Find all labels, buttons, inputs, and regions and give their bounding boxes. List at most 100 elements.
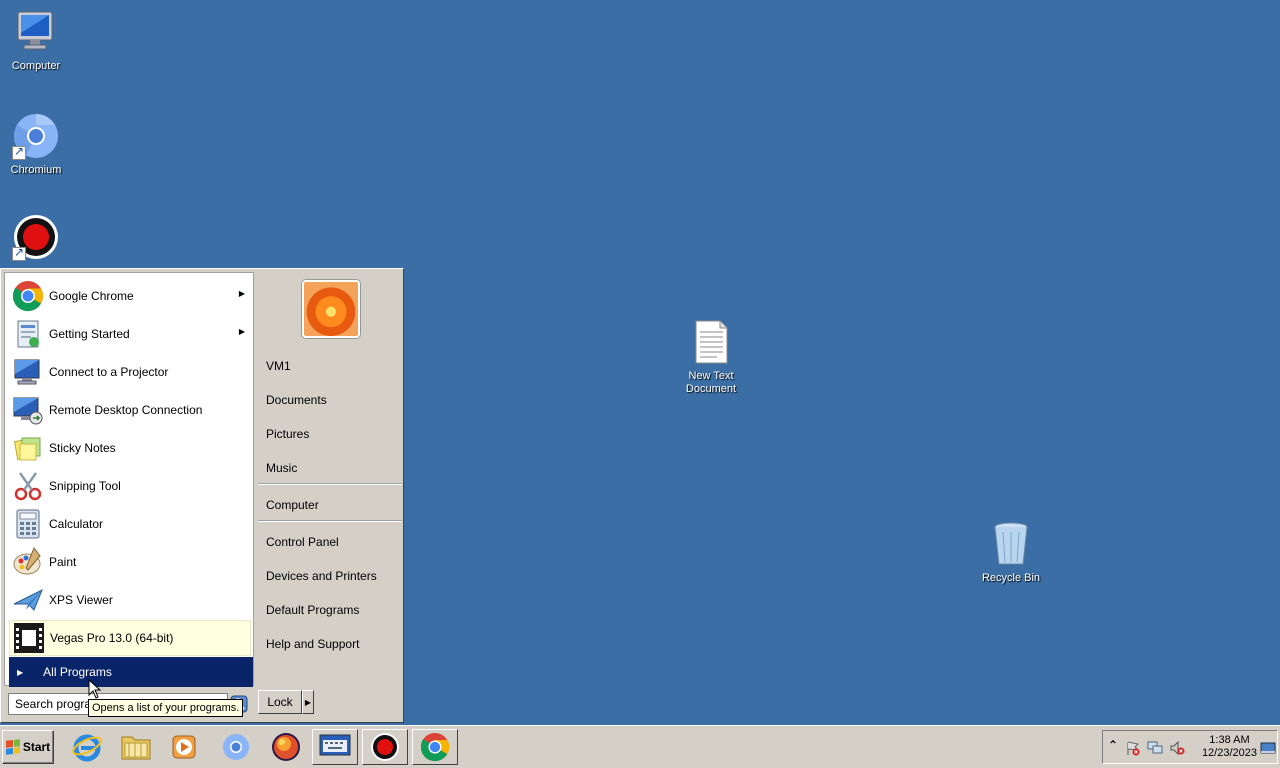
all-programs-label: All Programs [43,665,112,679]
desktop-icon-label: Chromium [10,164,62,176]
program-remote-desktop[interactable]: Remote Desktop Connection [9,392,251,428]
record-icon [371,733,399,761]
program-label: XPS Viewer [49,593,113,607]
shortcut-arrow-icon [12,144,26,160]
divider [258,520,402,522]
program-label: Remote Desktop Connection [49,403,203,417]
lock-options-button[interactable]: ▶ [302,690,314,714]
program-sticky-notes[interactable]: Sticky Notes [9,430,251,466]
clock-date: 12/23/2023 [1201,747,1257,759]
program-label: Calculator [49,517,104,531]
program-vegas-pro[interactable]: Vegas Pro 13.0 (64-bit) [9,620,251,656]
desktop-icon-label: Recycle Bin [981,572,1041,584]
desktop-icon-label: New Text Document [685,370,737,395]
media-player-icon [172,735,196,759]
arrow-right-icon: ▶ [304,697,312,707]
computer-icon [12,8,60,56]
clock-time: 1:38 AM [1209,734,1250,746]
taskbar-internet-explorer[interactable] [64,729,110,765]
desktop-icon-recycle-bin[interactable]: Recycle Bin [973,520,1049,585]
link-documents[interactable]: Documents [266,393,327,407]
link-help-support[interactable]: Help and Support [266,637,359,651]
program-snipping-tool[interactable]: Snipping Tool [9,468,251,504]
program-paint[interactable]: Paint [9,544,251,580]
firefox-icon [272,733,300,761]
folder-icon [121,736,151,760]
calculator-icon [12,508,44,540]
taskbar-explorer[interactable] [113,729,159,765]
network-icon[interactable] [1147,740,1163,756]
taskbar: Start ⌃ 1:38 AM 12/23/2023 [0,725,1280,768]
action-center-icon[interactable] [1125,740,1141,756]
remote-desktop-icon [12,394,44,426]
tooltip: Opens a list of your programs. [88,699,244,717]
program-label: Getting Started [49,327,130,341]
taskbar-google-chrome[interactable] [412,729,458,765]
sticky-notes-icon [12,432,44,464]
lock-button[interactable]: Lock [258,690,302,714]
link-devices-printers[interactable]: Devices and Printers [266,569,377,583]
start-menu-programs-pane: Google Chrome ▶ Getting Started ▶ Connec… [4,272,254,687]
chromium-icon [12,112,60,160]
all-programs-button[interactable]: ▶ All Programs [9,657,253,687]
program-xps-viewer[interactable]: XPS Viewer [9,582,251,618]
program-label: Google Chrome [49,289,134,303]
taskbar-recorder[interactable] [362,729,408,765]
link-user[interactable]: VM1 [266,359,291,373]
shortcut-arrow-icon [12,245,26,261]
program-google-chrome[interactable]: Google Chrome ▶ [9,278,251,314]
clock[interactable]: 1:38 AM 12/23/2023 [1202,734,1257,760]
start-button[interactable]: Start [2,730,54,764]
taskbar-media-player[interactable] [161,729,207,765]
program-label: Vegas Pro 13.0 (64-bit) [50,631,174,645]
divider [258,483,402,485]
getting-started-icon [12,318,44,350]
show-hidden-icons-button[interactable]: ⌃ [1105,738,1121,754]
link-computer[interactable]: Computer [266,498,319,512]
xps-viewer-icon [12,584,44,616]
volume-muted-icon[interactable] [1169,740,1185,756]
program-label: Snipping Tool [49,479,121,493]
program-connect-projector[interactable]: Connect to a Projector [9,354,251,390]
film-strip-icon [13,622,45,654]
program-label: Sticky Notes [49,441,116,455]
desktop-icon-label: Computer [11,60,61,72]
start-label: Start [22,740,51,754]
paint-palette-icon [12,546,44,578]
submenu-arrow-icon: ▶ [238,289,245,298]
arrow-right-icon: ▶ [17,667,24,677]
link-default-programs[interactable]: Default Programs [266,603,359,617]
chrome-icon [420,732,450,762]
link-pictures[interactable]: Pictures [266,427,309,441]
system-tray: ⌃ 1:38 AM 12/23/2023 [1102,730,1278,764]
show-desktop-icon[interactable] [1260,740,1276,756]
program-label: Paint [49,555,77,569]
internet-explorer-icon [72,734,102,762]
desktop-icon-new-text-document[interactable]: New Text Document [673,318,749,396]
program-calculator[interactable]: Calculator [9,506,251,542]
taskbar-firefox[interactable] [263,729,309,765]
record-icon [12,213,60,261]
projector-icon [12,356,44,388]
mouse-cursor-icon [88,679,102,699]
user-avatar[interactable] [302,280,360,338]
program-getting-started[interactable]: Getting Started ▶ [9,316,251,352]
lock-label: Lock [267,695,293,709]
program-label: Connect to a Projector [49,365,169,379]
start-menu: Google Chrome ▶ Getting Started ▶ Connec… [0,268,404,723]
taskbar-chromium[interactable] [213,729,259,765]
scissors-icon [12,470,44,502]
chromium-icon [223,734,249,760]
text-document-icon [687,318,735,366]
desktop-icon-recorder[interactable] [0,213,74,265]
recycle-bin-icon [987,520,1035,568]
desktop-icon-chromium[interactable]: Chromium [0,112,74,177]
link-control-panel[interactable]: Control Panel [266,535,339,549]
submenu-arrow-icon: ▶ [238,327,245,336]
start-menu-places-pane: VM1 Documents Pictures Music Computer Co… [256,272,402,686]
link-music[interactable]: Music [266,461,297,475]
windows-flag-icon [5,739,20,755]
taskbar-on-screen-keyboard[interactable] [312,729,358,765]
desktop-icon-computer[interactable]: Computer [0,8,74,73]
keyboard-icon [319,734,351,756]
